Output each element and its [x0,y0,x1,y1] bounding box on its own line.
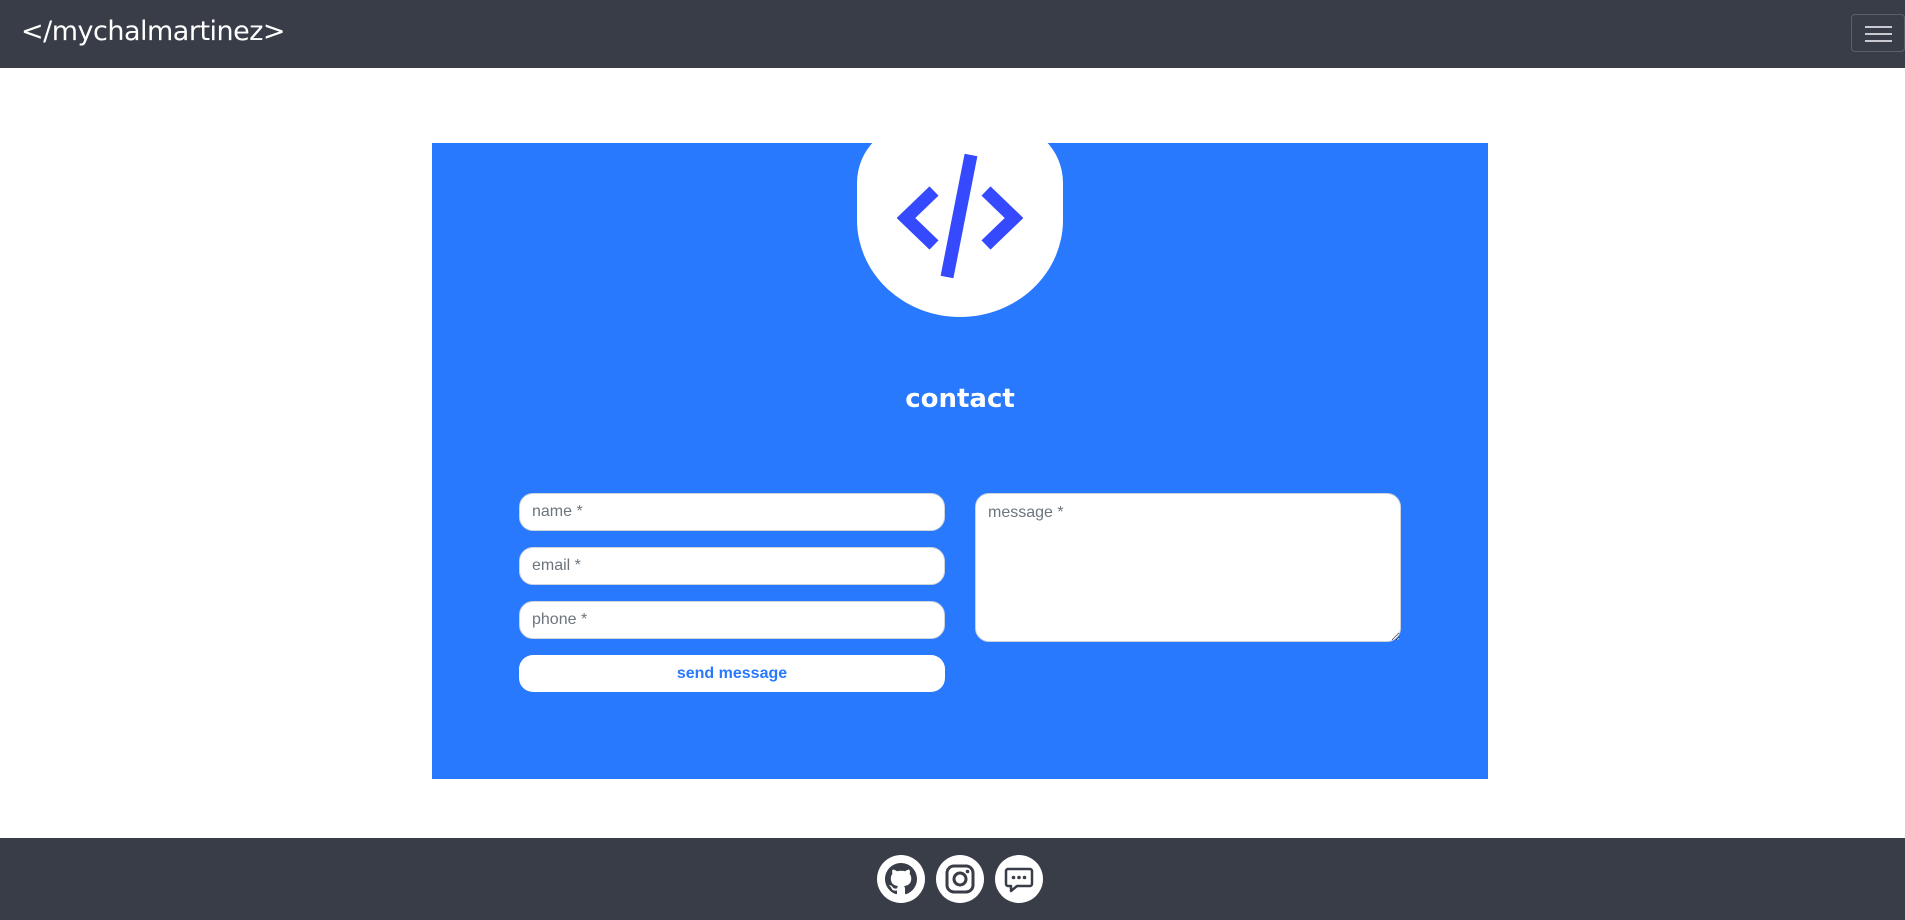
chat-link[interactable] [995,855,1043,903]
code-icon [897,153,1023,279]
chat-icon [1004,867,1034,893]
email-field[interactable] [519,547,945,585]
github-link[interactable] [877,855,925,903]
message-field[interactable] [975,493,1401,642]
phone-field[interactable] [519,601,945,639]
instagram-link[interactable] [936,855,984,903]
page-title: contact [905,384,1015,414]
logo-badge [857,123,1063,317]
hamburger-line [1865,33,1892,35]
hamburger-line [1865,26,1892,28]
navbar: </mychalmartinez> [0,0,1905,68]
send-message-button[interactable]: send message [519,655,945,692]
name-field[interactable] [519,493,945,531]
github-icon [885,863,917,895]
instagram-icon [945,864,975,894]
hamburger-line [1865,40,1892,42]
hamburger-menu-button[interactable] [1851,14,1905,52]
brand-logo[interactable]: </mychalmartinez> [21,14,286,50]
